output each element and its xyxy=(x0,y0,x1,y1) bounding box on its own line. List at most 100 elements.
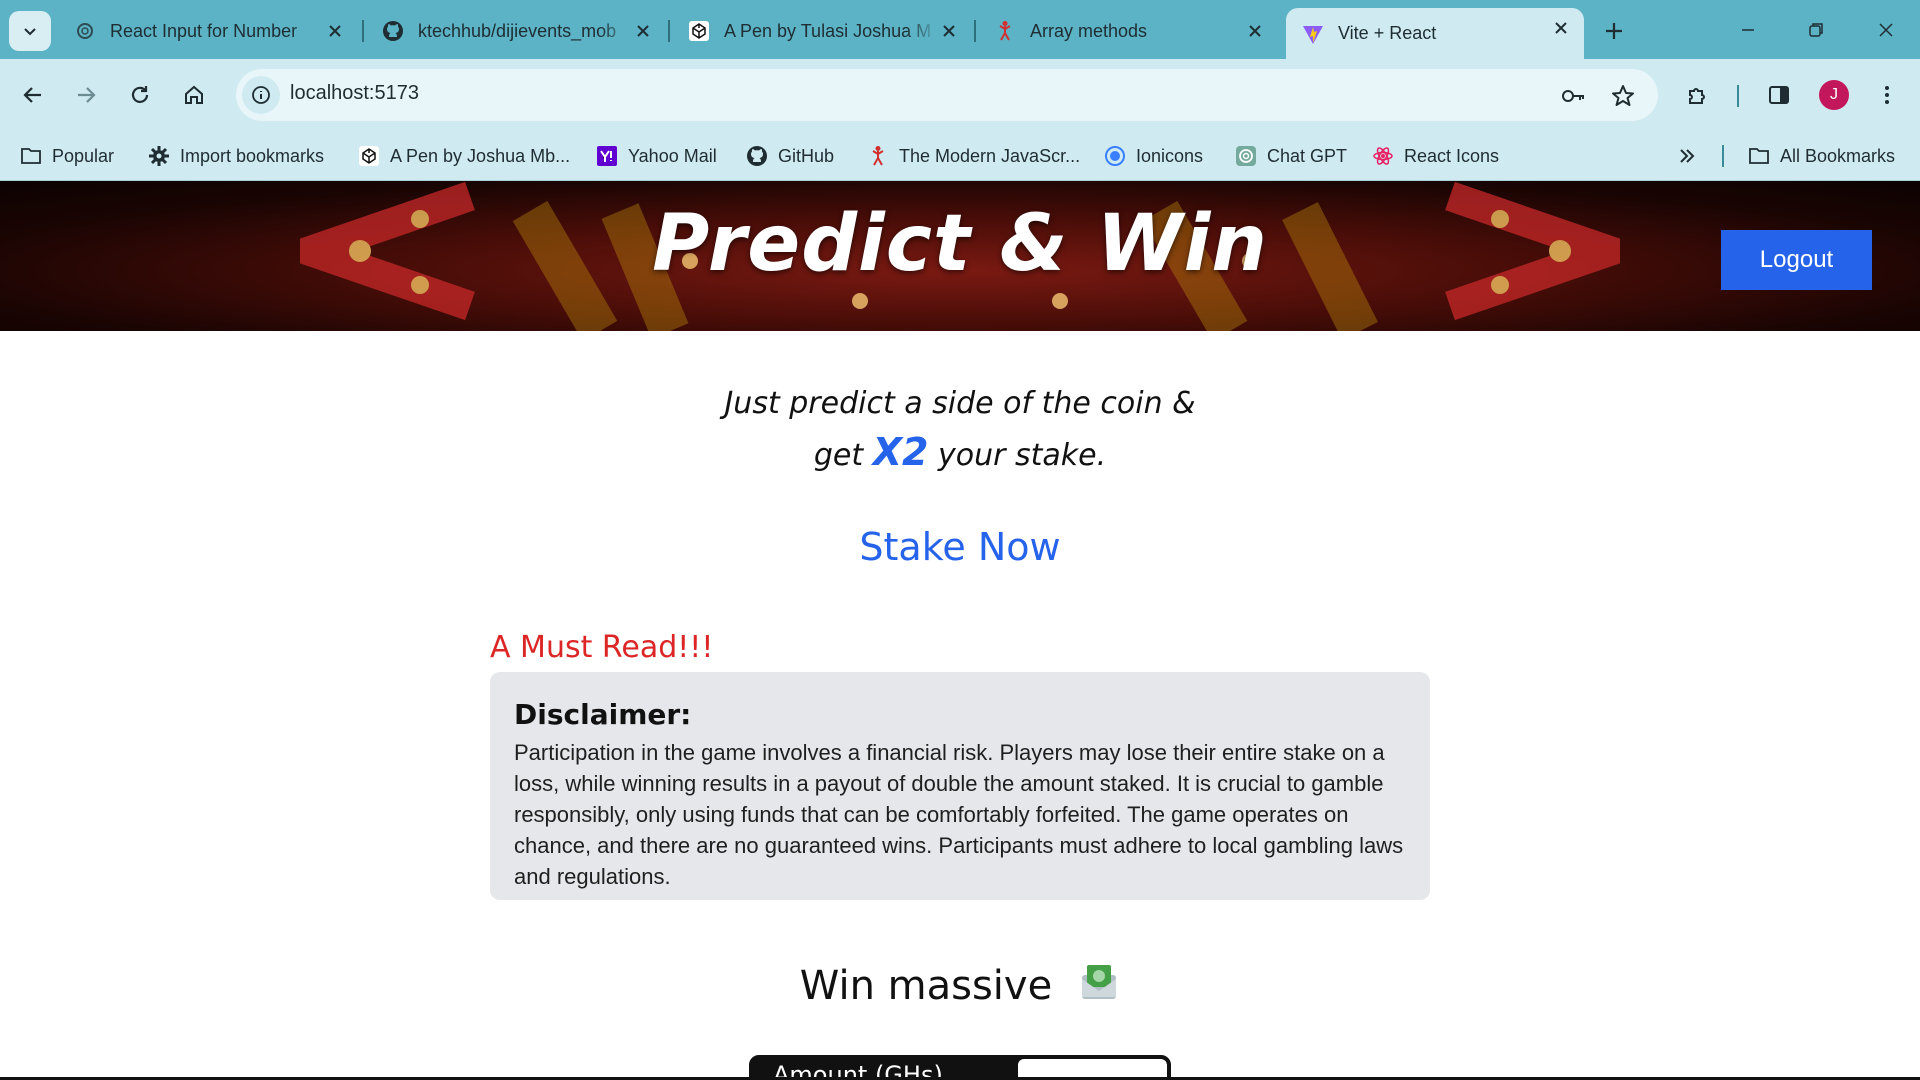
close-icon[interactable] xyxy=(938,20,960,42)
arrow-right-icon xyxy=(78,87,96,103)
more-bookmarks-button[interactable] xyxy=(1676,141,1708,171)
address-bar[interactable]: localhost:5173 xyxy=(236,69,1658,121)
minimize-icon xyxy=(1742,29,1754,31)
runner-icon xyxy=(867,145,889,167)
money-envelope-icon xyxy=(1082,965,1117,999)
bookmark-yahoo-mail[interactable]: Yahoo Mail xyxy=(596,141,717,171)
bookmark-label: Import bookmarks xyxy=(180,145,325,166)
runner-icon xyxy=(994,20,1016,42)
profile-avatar[interactable]: J xyxy=(1819,80,1849,110)
menu-button[interactable] xyxy=(1868,76,1906,114)
folder-icon xyxy=(1748,145,1770,167)
bookmark-star-icon[interactable] xyxy=(1609,82,1637,110)
tab-strip: React Input for Number ktechhub/dijieven… xyxy=(0,0,1920,59)
tab-title: Array methods xyxy=(1030,20,1148,41)
forward-button[interactable] xyxy=(67,76,105,114)
bookmarks-divider xyxy=(1722,145,1724,167)
bookmark-github[interactable]: GitHub xyxy=(746,141,834,171)
close-icon xyxy=(1879,23,1893,37)
puzzle-icon xyxy=(1689,88,1705,104)
win-massive-text: Win massive xyxy=(799,963,1053,1009)
vite-icon xyxy=(1302,23,1324,45)
tagline-get: get xyxy=(813,438,864,473)
new-tab-button[interactable] xyxy=(1598,15,1630,47)
win-massive-heading: Win massive xyxy=(0,961,1920,1011)
tab-codepen[interactable]: A Pen by Tulasi Joshua M xyxy=(672,11,972,51)
bookmark-label: A Pen by Joshua Mb... xyxy=(390,145,571,166)
all-bookmarks-button[interactable]: All Bookmarks xyxy=(1748,141,1895,171)
logout-button[interactable]: Logout xyxy=(1721,230,1872,290)
kebab-menu-icon xyxy=(1885,86,1889,104)
side-panel-button[interactable] xyxy=(1760,76,1798,114)
bookmark-label: React Icons xyxy=(1404,145,1500,166)
tagline-rest: your stake. xyxy=(937,438,1107,473)
ionicons-icon xyxy=(1104,145,1126,167)
must-read-heading: A Must Read!!! xyxy=(490,630,714,665)
react-icon xyxy=(1372,145,1394,167)
site-info-button[interactable] xyxy=(242,76,280,114)
tab-title: A Pen by Tulasi Joshua M xyxy=(724,20,932,41)
plus-icon xyxy=(1606,23,1622,39)
bookmark-label: Chat GPT xyxy=(1267,145,1348,166)
bookmark-ionicons[interactable]: Ionicons xyxy=(1104,141,1203,171)
openai-icon xyxy=(1235,145,1257,167)
toolbar-divider xyxy=(1737,85,1739,107)
info-icon xyxy=(252,86,270,104)
reload-button[interactable] xyxy=(121,76,159,114)
tab-title: ktechhub/dijievents_mob xyxy=(418,20,617,41)
home-button[interactable] xyxy=(175,76,213,114)
hero-title: Predict & Win xyxy=(652,199,1268,289)
tab-vite-react[interactable]: Vite + React xyxy=(1286,8,1584,59)
double-chevron-right-icon xyxy=(1676,145,1698,167)
extensions-button[interactable] xyxy=(1679,76,1717,114)
openai-icon xyxy=(74,20,96,42)
github-icon xyxy=(382,20,404,42)
hero-banner: Predict & Win Logout xyxy=(0,181,1920,331)
disclaimer-title: Disclaimer: xyxy=(514,698,692,731)
back-button[interactable] xyxy=(14,76,52,114)
tab-separator xyxy=(974,20,976,42)
page-content: Predict & Win Logout Just predict a side… xyxy=(0,181,1920,1080)
disclaimer-text: Participation in the game involves a fin… xyxy=(514,740,1404,889)
reload-icon xyxy=(131,86,149,103)
tagline-line-1: Just predict a side of the coin & xyxy=(724,386,1196,421)
bookmark-react-icons[interactable]: React Icons xyxy=(1372,141,1499,171)
close-icon[interactable] xyxy=(632,20,654,42)
browser-toolbar: localhost:5173 J xyxy=(0,59,1920,131)
bookmark-popular[interactable]: Popular xyxy=(20,141,114,171)
arrow-left-icon xyxy=(23,87,41,103)
disclaimer-box: Disclaimer: Participation in the game in… xyxy=(490,672,1430,900)
x2-highlight: X2 xyxy=(872,430,929,474)
close-icon[interactable] xyxy=(324,20,346,42)
yahoo-icon xyxy=(596,145,618,167)
tab-array-methods[interactable]: Array methods xyxy=(978,11,1278,51)
restore-button[interactable] xyxy=(1796,12,1836,48)
tab-react-input[interactable]: React Input for Number xyxy=(58,11,358,51)
close-icon[interactable] xyxy=(1550,17,1572,39)
tagline-line-2: get X2 your stake. xyxy=(0,428,1920,480)
tab-title: React Input for Number xyxy=(110,20,298,41)
chevron-down-icon xyxy=(24,28,36,36)
url-text[interactable]: localhost:5173 xyxy=(290,82,419,105)
bookmarks-bar: Popular Import bookmarks A Pen by Joshua… xyxy=(0,131,1920,181)
tab-title: Vite + React xyxy=(1338,23,1437,43)
stake-now-heading: Stake Now xyxy=(859,525,1061,569)
tab-separator xyxy=(362,20,364,42)
side-panel-icon xyxy=(1769,86,1789,104)
codepen-icon xyxy=(358,145,380,167)
close-icon[interactable] xyxy=(1244,20,1266,42)
bookmark-modern-js[interactable]: The Modern JavaScr... xyxy=(867,141,1080,171)
folder-icon xyxy=(20,145,42,167)
home-icon xyxy=(185,85,203,104)
tab-search-button[interactable] xyxy=(9,11,51,51)
bookmark-chat-gpt[interactable]: Chat GPT xyxy=(1235,141,1347,171)
bookmark-import[interactable]: Import bookmarks xyxy=(148,141,324,171)
restore-icon xyxy=(1809,23,1823,37)
tab-github[interactable]: ktechhub/dijievents_mob xyxy=(366,11,666,51)
bookmark-label: Ionicons xyxy=(1136,145,1204,166)
close-window-button[interactable] xyxy=(1866,12,1906,48)
bookmark-label: Popular xyxy=(52,145,115,166)
minimize-button[interactable] xyxy=(1728,12,1768,48)
bookmark-pen[interactable]: A Pen by Joshua Mb... xyxy=(358,141,570,171)
password-key-icon[interactable] xyxy=(1559,82,1587,110)
